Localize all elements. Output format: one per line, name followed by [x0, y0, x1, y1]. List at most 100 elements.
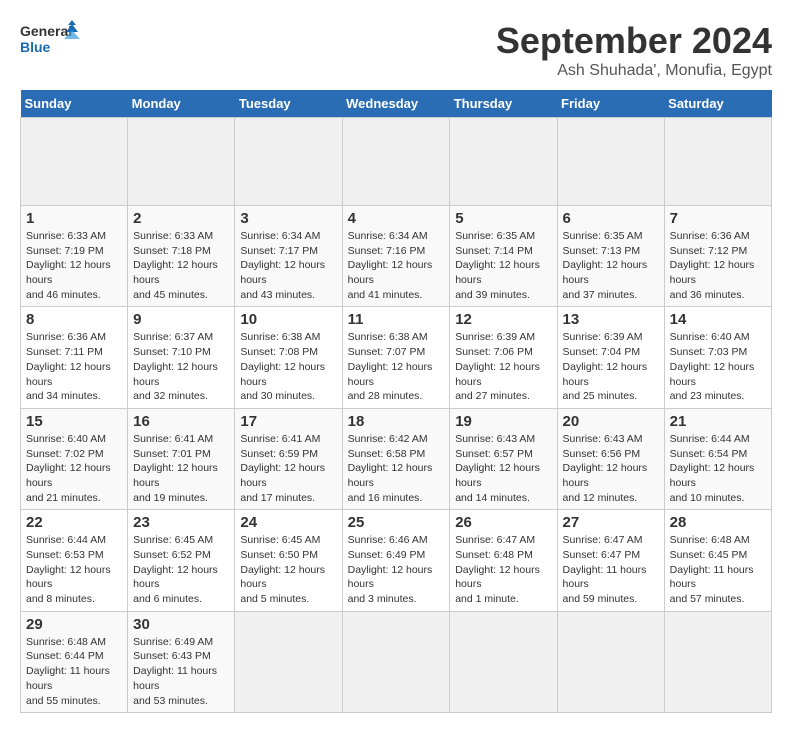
- table-row: [21, 118, 128, 206]
- calendar-week: 15Sunrise: 6:40 AMSunset: 7:02 PMDayligh…: [21, 408, 772, 509]
- day-info: Sunrise: 6:36 AMSunset: 7:12 PMDaylight:…: [670, 229, 766, 302]
- table-row: [342, 118, 450, 206]
- title-area: September 2024 Ash Shuhada', Monufia, Eg…: [496, 20, 772, 80]
- day-number: 19: [455, 413, 551, 430]
- table-row: 13 Sunrise: 6:39 AMSunset: 7:04 PMDayligh…: [557, 307, 664, 408]
- day-number: 29: [26, 616, 122, 633]
- day-number: 10: [240, 311, 336, 328]
- table-row: 11 Sunrise: 6:38 AMSunset: 7:07 PMDayligh…: [342, 307, 450, 408]
- day-info: Sunrise: 6:49 AMSunset: 6:43 PMDaylight:…: [133, 635, 229, 708]
- day-number: 26: [455, 514, 551, 531]
- day-info: Sunrise: 6:45 AMSunset: 6:52 PMDaylight:…: [133, 533, 229, 606]
- day-number: 18: [348, 413, 445, 430]
- table-row: 24 Sunrise: 6:45 AMSunset: 6:50 PMDayligh…: [235, 510, 342, 611]
- day-number: 1: [26, 210, 122, 227]
- col-friday: Friday: [557, 90, 664, 118]
- day-number: 23: [133, 514, 229, 531]
- table-row: 20 Sunrise: 6:43 AMSunset: 6:56 PMDayligh…: [557, 408, 664, 509]
- table-row: 25Sunrise: 6:46 AMSunset: 6:49 PMDayligh…: [342, 510, 450, 611]
- table-row: 4Sunrise: 6:34 AMSunset: 7:16 PMDaylight…: [342, 206, 450, 307]
- table-row: [664, 118, 771, 206]
- page-header: General Blue September 2024 Ash Shuhada'…: [20, 20, 772, 80]
- day-number: 24: [240, 514, 336, 531]
- day-info: Sunrise: 6:44 AMSunset: 6:53 PMDaylight:…: [26, 533, 122, 606]
- table-row: [450, 611, 557, 712]
- day-number: 27: [563, 514, 659, 531]
- table-row: 3Sunrise: 6:34 AMSunset: 7:17 PMDaylight…: [235, 206, 342, 307]
- col-wednesday: Wednesday: [342, 90, 450, 118]
- table-row: [128, 118, 235, 206]
- table-row: 28 Sunrise: 6:48 AMSunset: 6:45 PMDayligh…: [664, 510, 771, 611]
- day-number: 9: [133, 311, 229, 328]
- col-sunday: Sunday: [21, 90, 128, 118]
- day-info: Sunrise: 6:36 AMSunset: 7:11 PMDaylight:…: [26, 330, 122, 403]
- day-number: 11: [348, 311, 445, 328]
- day-info: Sunrise: 6:39 AMSunset: 7:06 PMDaylight:…: [455, 330, 551, 403]
- day-number: 6: [563, 210, 659, 227]
- table-row: 16 Sunrise: 6:41 AMSunset: 7:01 PMDayligh…: [128, 408, 235, 509]
- day-info: Sunrise: 6:40 AMSunset: 7:02 PMDaylight:…: [26, 432, 122, 505]
- table-row: [557, 118, 664, 206]
- day-number: 30: [133, 616, 229, 633]
- table-row: 14Sunrise: 6:40 AMSunset: 7:03 PMDayligh…: [664, 307, 771, 408]
- calendar-week: [21, 118, 772, 206]
- day-info: Sunrise: 6:41 AMSunset: 7:01 PMDaylight:…: [133, 432, 229, 505]
- day-info: Sunrise: 6:43 AMSunset: 6:57 PMDaylight:…: [455, 432, 551, 505]
- col-thursday: Thursday: [450, 90, 557, 118]
- day-number: 2: [133, 210, 229, 227]
- table-row: 2 Sunrise: 6:33 AMSunset: 7:18 PMDaylight…: [128, 206, 235, 307]
- day-number: 16: [133, 413, 229, 430]
- svg-text:General: General: [20, 23, 72, 39]
- table-row: 17Sunrise: 6:41 AMSunset: 6:59 PMDayligh…: [235, 408, 342, 509]
- col-saturday: Saturday: [664, 90, 771, 118]
- day-info: Sunrise: 6:44 AMSunset: 6:54 PMDaylight:…: [670, 432, 766, 505]
- day-info: Sunrise: 6:34 AMSunset: 7:17 PMDaylight:…: [240, 229, 336, 302]
- day-number: 4: [348, 210, 445, 227]
- table-row: 23 Sunrise: 6:45 AMSunset: 6:52 PMDayligh…: [128, 510, 235, 611]
- day-number: 20: [563, 413, 659, 430]
- day-info: Sunrise: 6:38 AMSunset: 7:08 PMDaylight:…: [240, 330, 336, 403]
- day-number: 25: [348, 514, 445, 531]
- table-row: 6 Sunrise: 6:35 AMSunset: 7:13 PMDaylight…: [557, 206, 664, 307]
- table-row: [450, 118, 557, 206]
- day-number: 21: [670, 413, 766, 430]
- table-row: [235, 118, 342, 206]
- svg-text:Blue: Blue: [20, 39, 51, 55]
- calendar-week: 1 Sunrise: 6:33 AMSunset: 7:19 PMDaylight…: [21, 206, 772, 307]
- day-number: 12: [455, 311, 551, 328]
- day-info: Sunrise: 6:37 AMSunset: 7:10 PMDaylight:…: [133, 330, 229, 403]
- table-row: 22 Sunrise: 6:44 AMSunset: 6:53 PMDayligh…: [21, 510, 128, 611]
- table-row: 15Sunrise: 6:40 AMSunset: 7:02 PMDayligh…: [21, 408, 128, 509]
- table-row: 27Sunrise: 6:47 AMSunset: 6:47 PMDayligh…: [557, 510, 664, 611]
- day-number: 14: [670, 311, 766, 328]
- day-info: Sunrise: 6:42 AMSunset: 6:58 PMDaylight:…: [348, 432, 445, 505]
- day-number: 8: [26, 311, 122, 328]
- day-number: 22: [26, 514, 122, 531]
- day-number: 13: [563, 311, 659, 328]
- table-row: 9 Sunrise: 6:37 AMSunset: 7:10 PMDaylight…: [128, 307, 235, 408]
- calendar-week: 8 Sunrise: 6:36 AMSunset: 7:11 PMDaylight…: [21, 307, 772, 408]
- day-info: Sunrise: 6:39 AMSunset: 7:04 PMDaylight:…: [563, 330, 659, 403]
- day-info: Sunrise: 6:35 AMSunset: 7:13 PMDaylight:…: [563, 229, 659, 302]
- logo-svg: General Blue: [20, 20, 80, 65]
- day-number: 28: [670, 514, 766, 531]
- day-number: 7: [670, 210, 766, 227]
- table-row: 5Sunrise: 6:35 AMSunset: 7:14 PMDaylight…: [450, 206, 557, 307]
- day-info: Sunrise: 6:45 AMSunset: 6:50 PMDaylight:…: [240, 533, 336, 606]
- col-monday: Monday: [128, 90, 235, 118]
- day-info: Sunrise: 6:43 AMSunset: 6:56 PMDaylight:…: [563, 432, 659, 505]
- day-info: Sunrise: 6:33 AMSunset: 7:18 PMDaylight:…: [133, 229, 229, 302]
- day-number: 17: [240, 413, 336, 430]
- table-row: [235, 611, 342, 712]
- table-row: 8 Sunrise: 6:36 AMSunset: 7:11 PMDaylight…: [21, 307, 128, 408]
- day-info: Sunrise: 6:48 AMSunset: 6:45 PMDaylight:…: [670, 533, 766, 606]
- calendar-table: Sunday Monday Tuesday Wednesday Thursday…: [20, 90, 772, 713]
- day-number: 5: [455, 210, 551, 227]
- table-row: 30 Sunrise: 6:49 AMSunset: 6:43 PMDayligh…: [128, 611, 235, 712]
- day-info: Sunrise: 6:38 AMSunset: 7:07 PMDaylight:…: [348, 330, 445, 403]
- table-row: 19 Sunrise: 6:43 AMSunset: 6:57 PMDayligh…: [450, 408, 557, 509]
- table-row: [342, 611, 450, 712]
- col-tuesday: Tuesday: [235, 90, 342, 118]
- calendar-week: 22 Sunrise: 6:44 AMSunset: 6:53 PMDayligh…: [21, 510, 772, 611]
- day-info: Sunrise: 6:33 AMSunset: 7:19 PMDaylight:…: [26, 229, 122, 302]
